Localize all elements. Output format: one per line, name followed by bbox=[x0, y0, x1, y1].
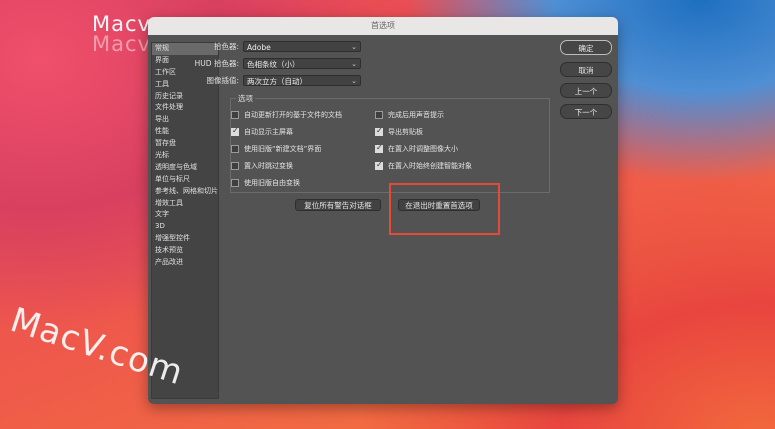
option-show-home-screen[interactable]: 自动显示主屏幕 bbox=[231, 126, 293, 137]
option-auto-update-docs[interactable]: 自动更新打开的基于文件的文档 bbox=[231, 110, 342, 120]
option-label: 自动更新打开的基于文件的文档 bbox=[244, 111, 342, 119]
ok-button[interactable]: 确定 bbox=[560, 40, 612, 55]
hud-picker-row: HUD 拾色器: 色相条纹（小） ⌄ bbox=[189, 58, 361, 69]
sidebar-item-tech-previews[interactable]: 技术预览 bbox=[152, 245, 218, 257]
sidebar-item-3d[interactable]: 3D bbox=[152, 221, 218, 233]
checkbox[interactable] bbox=[231, 162, 239, 170]
hud-picker-label: HUD 拾色器: bbox=[194, 59, 239, 68]
color-picker-row: 拾色器: Adobe ⌄ bbox=[189, 41, 361, 52]
sidebar-item-units-rulers[interactable]: 单位与标尺 bbox=[152, 174, 218, 186]
options-title: 选项 bbox=[236, 93, 255, 104]
sidebar-item-plugins[interactable]: 增效工具 bbox=[152, 198, 218, 210]
checkbox[interactable] bbox=[231, 145, 239, 153]
hud-picker-value: 色相条纹（小） bbox=[247, 60, 300, 69]
interpolation-row: 图像插值: 两次立方（自动） ⌄ bbox=[189, 75, 361, 86]
option-label: 导出剪贴板 bbox=[388, 128, 423, 136]
reset-warnings-button[interactable]: 复位所有警告对话框 bbox=[295, 199, 381, 211]
checkbox-checked[interactable] bbox=[375, 160, 383, 170]
sidebar-item-transparency[interactable]: 透明度与色域 bbox=[152, 162, 218, 174]
cancel-button[interactable]: 取消 bbox=[560, 62, 612, 77]
color-picker-value: Adobe bbox=[247, 43, 271, 52]
sidebar-item-enhanced-controls[interactable]: 增强型控件 bbox=[152, 233, 218, 245]
hud-picker-select[interactable]: 色相条纹（小） ⌄ bbox=[243, 58, 361, 69]
sidebar-item-performance[interactable]: 性能 bbox=[152, 126, 218, 138]
sidebar-item-file-handling[interactable]: 文件处理 bbox=[152, 102, 218, 114]
checkbox-checked[interactable] bbox=[231, 126, 239, 136]
interpolation-label: 图像插值: bbox=[206, 76, 239, 85]
prev-button[interactable]: 上一个 bbox=[560, 83, 612, 98]
sidebar-item-cursors[interactable]: 光标 bbox=[152, 150, 218, 162]
option-resize-on-place[interactable]: 在置入时调整图像大小 bbox=[375, 143, 458, 154]
dialog-title: 首选项 bbox=[371, 21, 395, 30]
checkbox-checked[interactable] bbox=[375, 143, 383, 153]
option-label: 使用旧版“新建文档”界面 bbox=[244, 145, 322, 153]
option-export-clipboard[interactable]: 导出剪贴板 bbox=[375, 126, 423, 137]
highlight-box bbox=[389, 183, 500, 235]
option-label: 自动显示主屏幕 bbox=[244, 128, 293, 136]
sidebar-item-scratch-disks[interactable]: 暂存盘 bbox=[152, 138, 218, 150]
option-legacy-new-doc[interactable]: 使用旧版“新建文档”界面 bbox=[231, 144, 321, 154]
chevron-down-icon: ⌄ bbox=[351, 60, 357, 68]
color-picker-label: 拾色器: bbox=[213, 42, 239, 51]
option-beep-when-done[interactable]: 完成后用声音提示 bbox=[375, 110, 444, 120]
option-label: 在置入时始终创建智能对象 bbox=[388, 162, 472, 170]
chevron-down-icon: ⌄ bbox=[351, 43, 357, 51]
option-label: 置入时跳过变换 bbox=[244, 162, 293, 170]
sidebar-item-export[interactable]: 导出 bbox=[152, 114, 218, 126]
sidebar-item-type[interactable]: 文字 bbox=[152, 209, 218, 221]
option-label: 使用旧版自由变换 bbox=[244, 179, 300, 187]
option-label: 完成后用声音提示 bbox=[388, 111, 444, 119]
preferences-sidebar: 常规 界面 工作区 工具 历史记录 文件处理 导出 性能 暂存盘 光标 透明度与… bbox=[151, 42, 219, 399]
checkbox[interactable] bbox=[231, 111, 239, 119]
chevron-down-icon: ⌄ bbox=[351, 77, 357, 85]
checkbox-checked[interactable] bbox=[375, 126, 383, 136]
checkbox[interactable] bbox=[231, 179, 239, 187]
interpolation-select[interactable]: 两次立方（自动） ⌄ bbox=[243, 75, 361, 86]
option-always-smart-objects[interactable]: 在置入时始终创建智能对象 bbox=[375, 160, 472, 171]
sidebar-item-history[interactable]: 历史记录 bbox=[152, 91, 218, 103]
sidebar-item-product-improvement[interactable]: 产品改进 bbox=[152, 257, 218, 269]
color-picker-select[interactable]: Adobe ⌄ bbox=[243, 41, 361, 52]
preferences-dialog: 首选项 常规 界面 工作区 工具 历史记录 文件处理 导出 性能 暂存盘 光标 … bbox=[148, 17, 618, 404]
next-button[interactable]: 下一个 bbox=[560, 104, 612, 119]
dialog-titlebar: 首选项 bbox=[148, 17, 618, 35]
option-label: 在置入时调整图像大小 bbox=[388, 145, 458, 153]
option-legacy-free-transform[interactable]: 使用旧版自由变换 bbox=[231, 178, 300, 188]
option-skip-transform[interactable]: 置入时跳过变换 bbox=[231, 161, 293, 171]
checkbox[interactable] bbox=[375, 111, 383, 119]
interpolation-value: 两次立方（自动） bbox=[247, 77, 307, 86]
sidebar-item-guides-grid[interactable]: 参考线、网格和切片 bbox=[152, 186, 218, 198]
